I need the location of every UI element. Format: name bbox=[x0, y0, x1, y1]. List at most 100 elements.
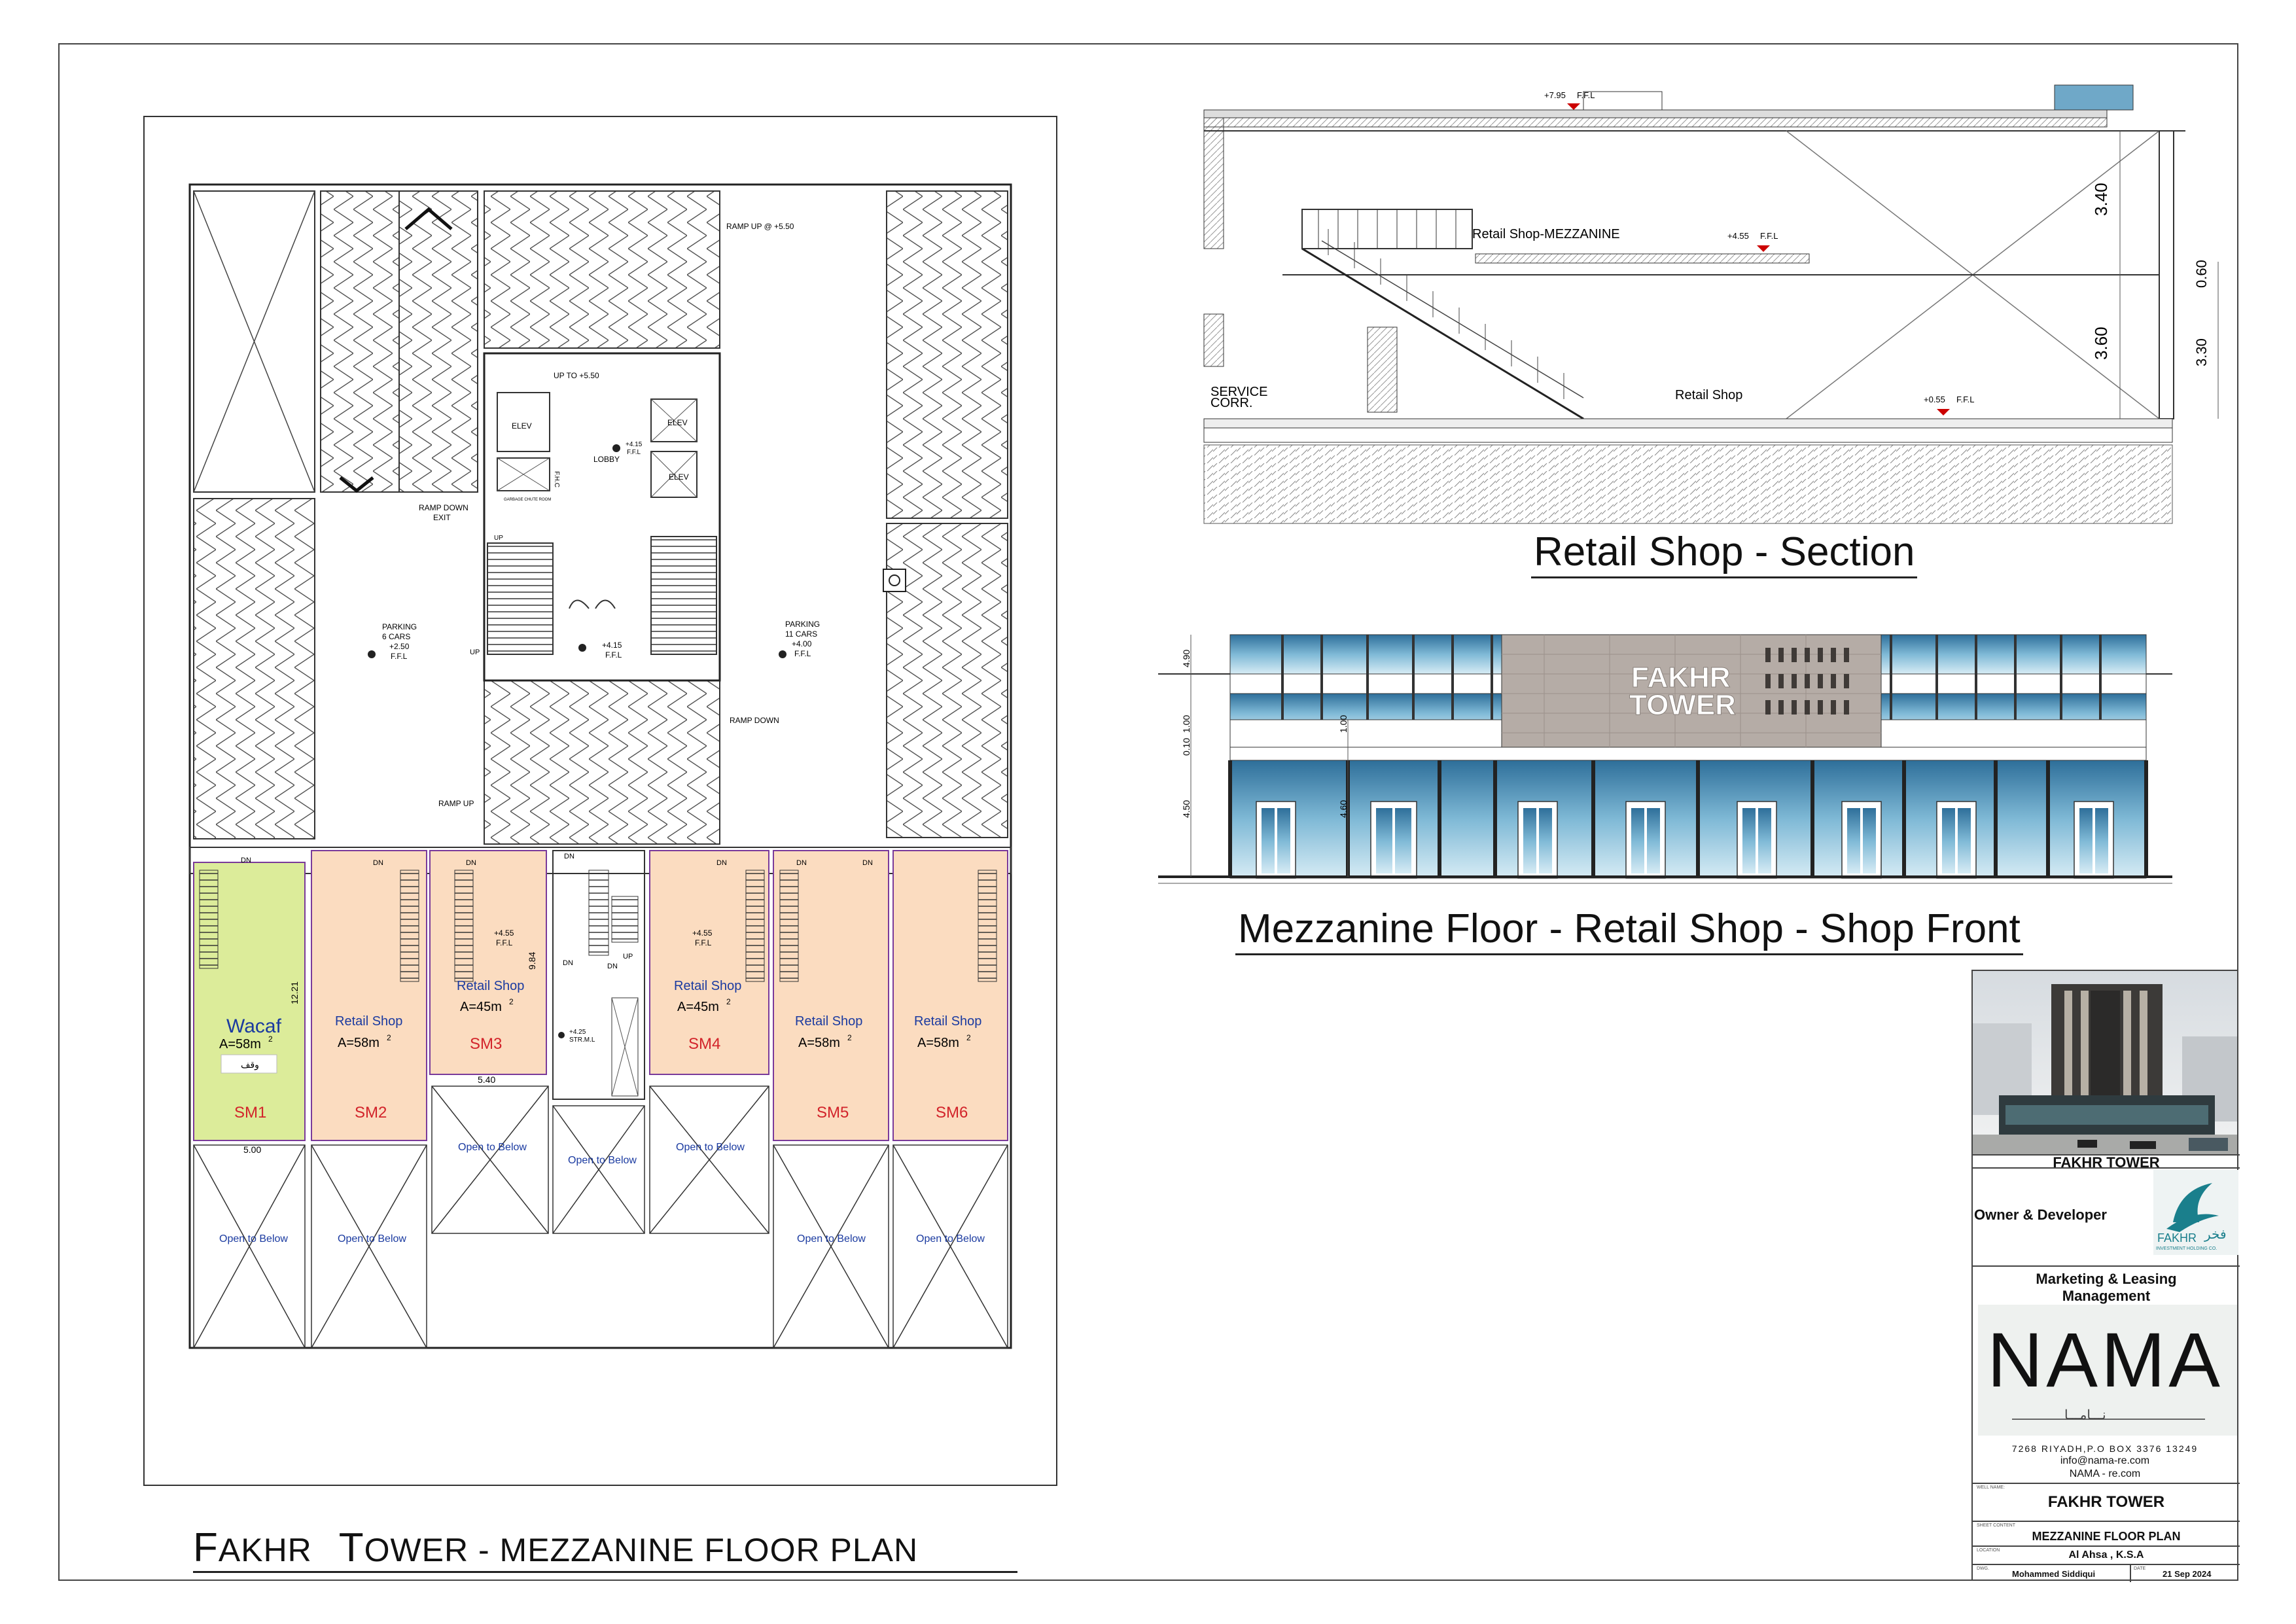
drawing-line bbox=[779, 870, 799, 982]
project-name-row: FAKHR TOWER bbox=[1973, 1154, 2240, 1171]
drawing-label: CORR. bbox=[1210, 396, 1252, 410]
drawing-label: RAMP DOWN bbox=[730, 716, 779, 725]
drawing-line bbox=[1757, 245, 1770, 252]
drawing-label: 2 bbox=[509, 997, 514, 1006]
drawing-label: RAMP UP @ +5.50 bbox=[726, 222, 794, 231]
drawing-line bbox=[1376, 808, 1392, 874]
drawing-line bbox=[1229, 747, 2147, 761]
drawing-line bbox=[1203, 313, 1224, 367]
drawing-label: 3.40 bbox=[2091, 183, 2111, 216]
nama-logo: NAMA نـــامـــا bbox=[1978, 1305, 2237, 1436]
drawing-line bbox=[2091, 991, 2120, 1102]
drawing-label: Open to Below bbox=[568, 1155, 637, 1166]
drawing-line bbox=[1203, 427, 2173, 443]
drawing-line bbox=[1778, 700, 1784, 715]
drawing-label: +4.25 bbox=[569, 1029, 586, 1036]
drawing-line bbox=[978, 870, 997, 982]
drawing-label: نـــامـــا bbox=[2064, 1408, 2106, 1422]
drawing-label: Open to Below bbox=[219, 1233, 288, 1244]
drawing-label: SM3 bbox=[470, 1035, 502, 1053]
drawing-line bbox=[2130, 1141, 2156, 1149]
drawing-label: EXIT bbox=[433, 513, 451, 522]
sheet-row: SHEET CONTENT MEZZANINE FLOOR PLAN bbox=[1973, 1521, 2240, 1545]
address-line: 7268 RIYADH,P.O BOX 3376 13249 bbox=[2011, 1443, 2199, 1454]
drawing-label: RAMP DOWN bbox=[419, 503, 468, 512]
drawing-label: UP TO +5.50 bbox=[554, 371, 599, 380]
drawing-label: +4.00 bbox=[792, 639, 812, 648]
drawing-label: 0.60 bbox=[2193, 260, 2210, 288]
drawing-line bbox=[883, 569, 906, 592]
drawing-label: UP bbox=[494, 535, 503, 542]
drawing-label: A=45m bbox=[677, 1000, 719, 1014]
drawing-line bbox=[1818, 674, 1823, 688]
drawing-line bbox=[1647, 808, 1660, 874]
drawing-line bbox=[1203, 111, 1224, 249]
drawing-line bbox=[1229, 760, 2147, 879]
drawing-line bbox=[588, 870, 609, 956]
drawing-line bbox=[193, 498, 315, 839]
drawing-label: Open to Below bbox=[458, 1142, 527, 1153]
drawing-label: 1.00 bbox=[1181, 715, 1192, 733]
drawing-label: +4.55 bbox=[494, 928, 514, 938]
drawing-line bbox=[1847, 808, 1860, 874]
drawing-label: 1.00 bbox=[1338, 715, 1349, 733]
drawing-label: F.F.L bbox=[1760, 231, 1778, 241]
drawing-line bbox=[1318, 209, 1457, 249]
drawing-label: DN bbox=[607, 962, 618, 970]
drawing-line bbox=[2091, 991, 2120, 1102]
drawing-line bbox=[2189, 1138, 2228, 1151]
shop-strip: DN DN DN DN DN DN DN DN DN UP +4.55 F.F.… bbox=[189, 847, 1012, 1349]
drawing-label: 2 bbox=[966, 1033, 971, 1042]
drawing-line bbox=[2079, 808, 2093, 874]
drawing-line bbox=[2064, 991, 2072, 1102]
drawing-label: +2.50 bbox=[389, 642, 410, 651]
shop-front-title: Mezzanine Floor - Retail Shop - Shop Fro… bbox=[1235, 906, 2023, 955]
drawing-label: F.F.L bbox=[627, 449, 641, 456]
drawing-label: 2 bbox=[268, 1034, 273, 1044]
drawing-label: +7.95 bbox=[1544, 90, 1566, 100]
drawing-line bbox=[1567, 103, 1580, 110]
drawing-label: ELEV bbox=[669, 472, 689, 482]
drawing-line bbox=[1805, 648, 1810, 662]
drawing-label: 4.50 bbox=[1181, 800, 1192, 818]
drawing-label: Open to Below bbox=[338, 1233, 406, 1244]
drawing-line bbox=[1844, 648, 1849, 662]
drawing-label: UP bbox=[623, 953, 633, 961]
drawing-line bbox=[484, 190, 720, 349]
drawing-line bbox=[1818, 700, 1823, 715]
project-title-row: WELL NAME: FAKHR TOWER bbox=[1973, 1483, 2240, 1521]
drawing-line bbox=[368, 650, 376, 658]
drawing-label: F.F.L bbox=[496, 938, 513, 947]
web-line: NAMA - re.com bbox=[2069, 1468, 2141, 1479]
drawing-line bbox=[1539, 808, 1552, 874]
drawing-label: A=58m bbox=[338, 1036, 380, 1050]
drawing-label: +4.55 bbox=[692, 928, 713, 938]
drawing-line bbox=[558, 1032, 565, 1038]
drawing-line bbox=[1831, 648, 1836, 662]
drawing-label: PARKING bbox=[785, 620, 820, 629]
drawing-line bbox=[745, 870, 765, 982]
drawing-label: DN bbox=[564, 853, 574, 860]
drawing-line bbox=[1321, 240, 1584, 398]
title-block: FAKHR TOWER Owner & Developer فخر FAKHR … bbox=[1971, 970, 2240, 1582]
left-parking-bays bbox=[193, 190, 315, 839]
drawing-line bbox=[1203, 418, 2173, 429]
drawing-line bbox=[454, 870, 474, 982]
drawing-label: SM6 bbox=[936, 1104, 968, 1121]
drawing-label: Open to Below bbox=[676, 1142, 745, 1153]
drawing-line bbox=[1831, 700, 1836, 715]
shop-front-elevation: FAKHR TOWER 4.90 1.00 0.10 4.50 1.00 4.6… bbox=[1158, 634, 2172, 884]
drawing-label: ELEV bbox=[512, 421, 532, 431]
drawing-line bbox=[1942, 808, 1955, 874]
section-title: Retail Shop - Section bbox=[1531, 529, 1918, 578]
drawing-label: Retail Shop bbox=[457, 979, 524, 993]
drawing-label: +4.55 bbox=[1727, 231, 1749, 241]
retail-shop-section: Retail Shop-MEZZANINE Retail Shop SERVIC… bbox=[1203, 84, 2219, 524]
drawing-line bbox=[1937, 409, 1950, 415]
drawing-line bbox=[398, 190, 478, 493]
drawing-line bbox=[484, 680, 720, 845]
drawing-label: Open to Below bbox=[797, 1233, 866, 1244]
drawing-line bbox=[1765, 648, 1771, 662]
drawing-line bbox=[487, 542, 554, 655]
drawing-line bbox=[650, 536, 717, 655]
